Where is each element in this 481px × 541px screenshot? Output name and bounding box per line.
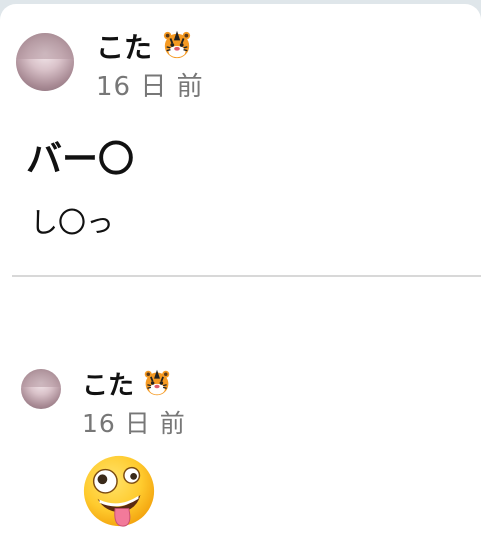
username[interactable]: こた bbox=[82, 365, 171, 402]
avatar[interactable] bbox=[16, 33, 74, 91]
post-body: し〇っ bbox=[30, 206, 115, 239]
username-text: こた bbox=[96, 31, 153, 64]
username-text: こた bbox=[82, 371, 135, 401]
post-title: バー〇 bbox=[26, 139, 135, 180]
avatar[interactable] bbox=[21, 369, 61, 409]
divider bbox=[12, 275, 481, 277]
zany-face-emoji-icon bbox=[83, 455, 155, 527]
tiger-face-icon bbox=[144, 369, 170, 396]
username[interactable]: こた bbox=[96, 26, 192, 66]
comment-list: こた 16 日 前 バー〇 し〇っ こた 16 日 前 bbox=[0, 4, 481, 541]
post-time: 16 日 前 bbox=[96, 72, 204, 102]
post-time: 16 日 前 bbox=[82, 409, 186, 438]
tiger-face-icon bbox=[163, 30, 190, 59]
